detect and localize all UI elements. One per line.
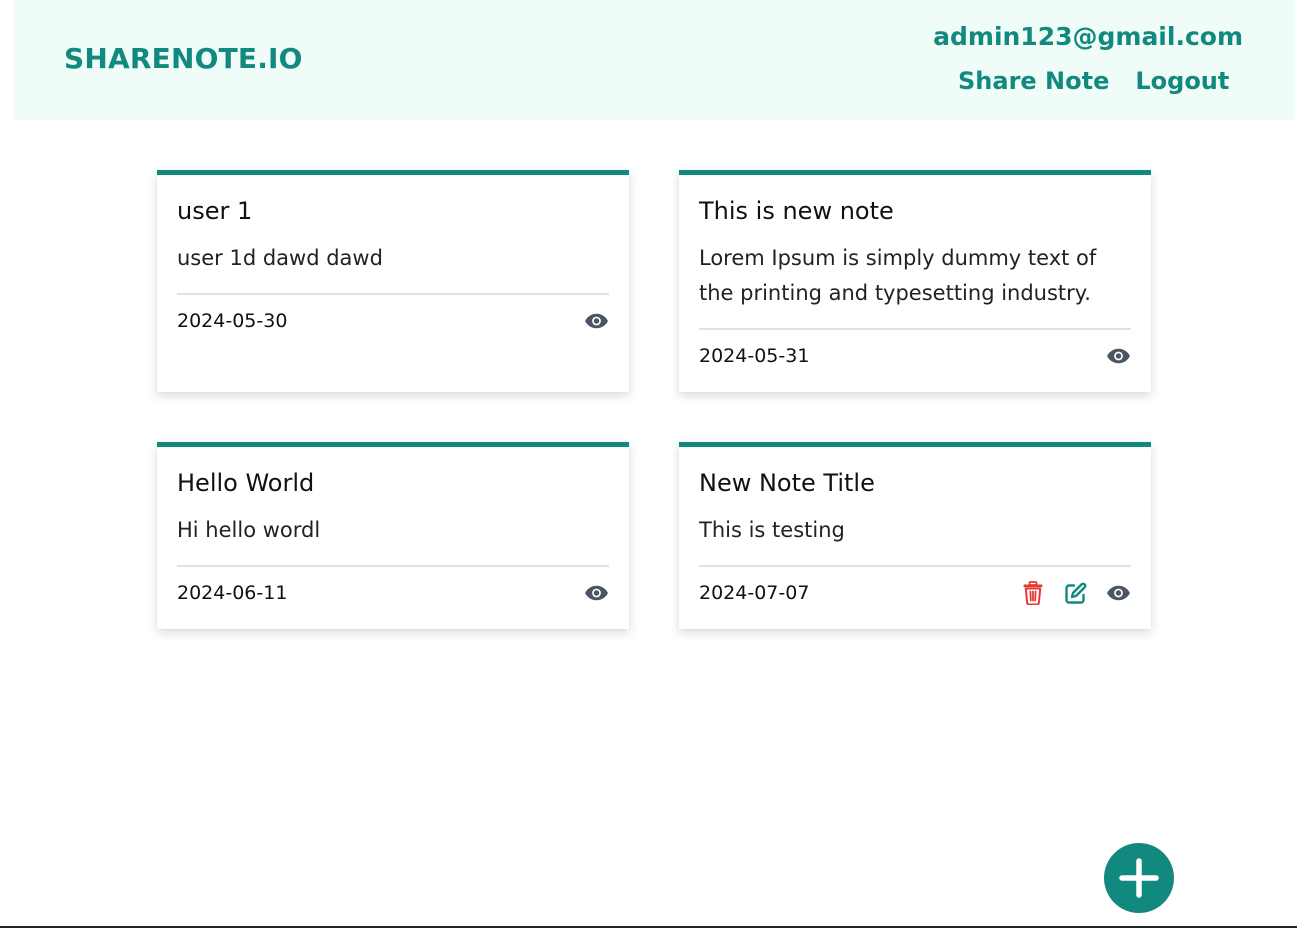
note-date: 2024-05-31: [699, 345, 810, 367]
note-actions: [1020, 581, 1131, 606]
trash-icon[interactable]: [1020, 581, 1045, 606]
edit-icon[interactable]: [1063, 581, 1088, 606]
note-card: Hello World Hi hello wordl 2024-06-11: [157, 442, 629, 629]
note-card-content: user 1 user 1d dawd dawd 2024-05-30: [157, 175, 629, 347]
note-card: New Note Title This is testing 2024-07-0…: [679, 442, 1151, 629]
note-body: This is testing: [699, 518, 845, 542]
eye-icon[interactable]: [584, 581, 609, 606]
note-footer: 2024-05-31: [699, 330, 1131, 382]
eye-icon[interactable]: [1106, 581, 1131, 606]
note-actions: [584, 581, 609, 606]
note-title: Hello World: [177, 469, 315, 497]
note-card-content: This is new note Lorem Ipsum is simply d…: [679, 175, 1151, 382]
eye-icon[interactable]: [1106, 344, 1131, 369]
add-note-button[interactable]: [1104, 843, 1174, 913]
note-date: 2024-05-30: [177, 310, 288, 332]
note-title: New Note Title: [699, 469, 875, 497]
brand-logo[interactable]: SHARENOTE.IO: [64, 42, 303, 75]
note-title: user 1: [177, 197, 253, 225]
note-card: This is new note Lorem Ipsum is simply d…: [679, 170, 1151, 392]
plus-icon: [1119, 858, 1159, 898]
note-footer: 2024-07-07: [699, 567, 1131, 619]
share-note-link[interactable]: Share Note: [958, 67, 1109, 95]
note-actions: [584, 309, 609, 334]
note-card-content: Hello World Hi hello wordl 2024-06-11: [157, 447, 629, 619]
note-actions: [1106, 344, 1131, 369]
header-nav: Share Note Logout: [958, 67, 1229, 95]
note-body: Lorem Ipsum is simply dummy text of the …: [699, 246, 1097, 305]
note-footer: 2024-06-11: [177, 567, 609, 619]
user-email: admin123@gmail.com: [933, 22, 1243, 51]
page: SHARENOTE.IO admin123@gmail.com Share No…: [0, 0, 1297, 928]
note-date: 2024-07-07: [699, 582, 810, 604]
note-card-content: New Note Title This is testing 2024-07-0…: [679, 447, 1151, 619]
note-body: user 1d dawd dawd: [177, 246, 383, 270]
note-footer: 2024-05-30: [177, 295, 609, 347]
note-date: 2024-06-11: [177, 582, 288, 604]
note-title: This is new note: [699, 197, 894, 225]
eye-icon[interactable]: [584, 309, 609, 334]
top-header: SHARENOTE.IO admin123@gmail.com Share No…: [14, 0, 1295, 120]
logout-link[interactable]: Logout: [1135, 67, 1229, 95]
note-card: user 1 user 1d dawd dawd 2024-05-30: [157, 170, 629, 392]
note-body: Hi hello wordl: [177, 518, 321, 542]
